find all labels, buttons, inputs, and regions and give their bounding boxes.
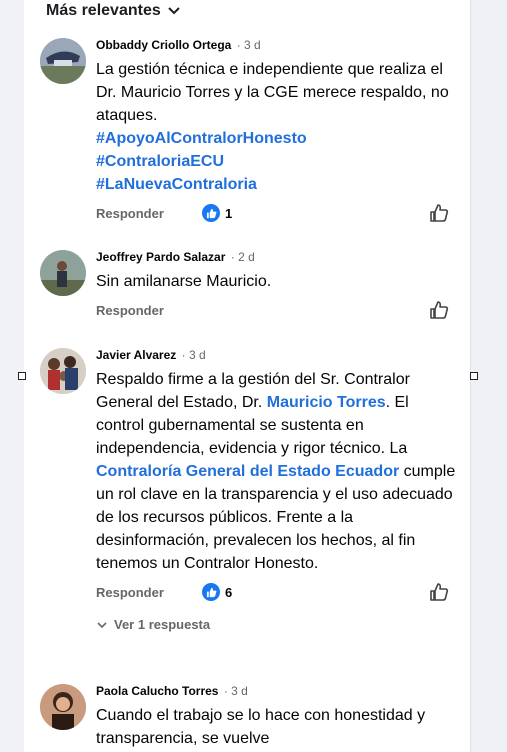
avatar-image <box>40 250 86 296</box>
hashtag-link[interactable]: #ApoyoAlContralorHonesto <box>96 130 307 147</box>
chevron-down-icon <box>97 621 107 628</box>
avatar-image <box>40 684 86 730</box>
mention-link[interactable]: Contraloría General del Estado Ecuador <box>96 463 399 480</box>
thumbs-up-icon[interactable] <box>428 299 450 321</box>
hashtag-link[interactable]: #ContraloriaECU <box>96 153 224 170</box>
chevron-down-icon <box>168 7 180 15</box>
comment-text: Cuando el trabajo se lo hace con honesti… <box>96 707 426 747</box>
comment-author[interactable]: Javier Alvarez <box>96 348 176 362</box>
view-replies-button[interactable]: Ver 1 respuesta <box>96 617 458 632</box>
avatar[interactable] <box>40 348 86 394</box>
reaction-count: 6 <box>225 584 233 600</box>
sort-label: Más relevantes <box>46 2 161 19</box>
comment-text: Respaldo firme a la gestión del Sr. Cont… <box>96 368 458 575</box>
comment-text: La gestión técnica e independiente que r… <box>96 58 458 196</box>
comment-author[interactable]: Paola Calucho Torres <box>96 684 218 698</box>
mention-link[interactable]: Mauricio Torres <box>267 394 386 411</box>
avatar[interactable] <box>40 684 86 730</box>
comment-text: Sin amilanarse Mauricio. <box>96 273 272 290</box>
reply-button[interactable]: Responder <box>96 585 164 600</box>
thumbs-up-icon[interactable] <box>428 202 450 224</box>
reaction-count: 1 <box>225 205 233 221</box>
avatar-image <box>40 348 86 394</box>
comment-time[interactable]: · 2 d <box>231 250 255 264</box>
view-replies-label: Ver 1 respuesta <box>114 617 211 632</box>
reaction-summary[interactable]: 1 <box>202 204 232 222</box>
avatar[interactable] <box>40 250 86 296</box>
comment-author[interactable]: Jeoffrey Pardo Salazar <box>96 250 225 264</box>
reply-button[interactable]: Responder <box>96 206 164 221</box>
reply-button[interactable]: Responder <box>96 303 164 318</box>
comment-body: La gestión técnica e independiente que r… <box>96 61 449 124</box>
selection-handle-left[interactable] <box>18 372 26 380</box>
avatar[interactable] <box>40 38 86 84</box>
thumbs-up-icon[interactable] <box>428 581 450 603</box>
like-reaction-icon <box>202 204 220 222</box>
reaction-summary[interactable]: 6 <box>202 583 232 601</box>
comment-time[interactable]: · 3 d <box>224 684 248 698</box>
sort-dropdown[interactable]: Más relevantes <box>46 0 181 22</box>
like-reaction-icon <box>202 583 220 601</box>
avatar-image <box>40 38 86 84</box>
comment-author[interactable]: Obbaddy Criollo Ortega <box>96 38 231 52</box>
comment-time[interactable]: · 3 d <box>182 348 206 362</box>
comment-time[interactable]: · 3 d <box>237 38 261 52</box>
selection-handle-right[interactable] <box>470 372 478 380</box>
hashtag-link[interactable]: #LaNuevaContraloria <box>96 176 257 193</box>
